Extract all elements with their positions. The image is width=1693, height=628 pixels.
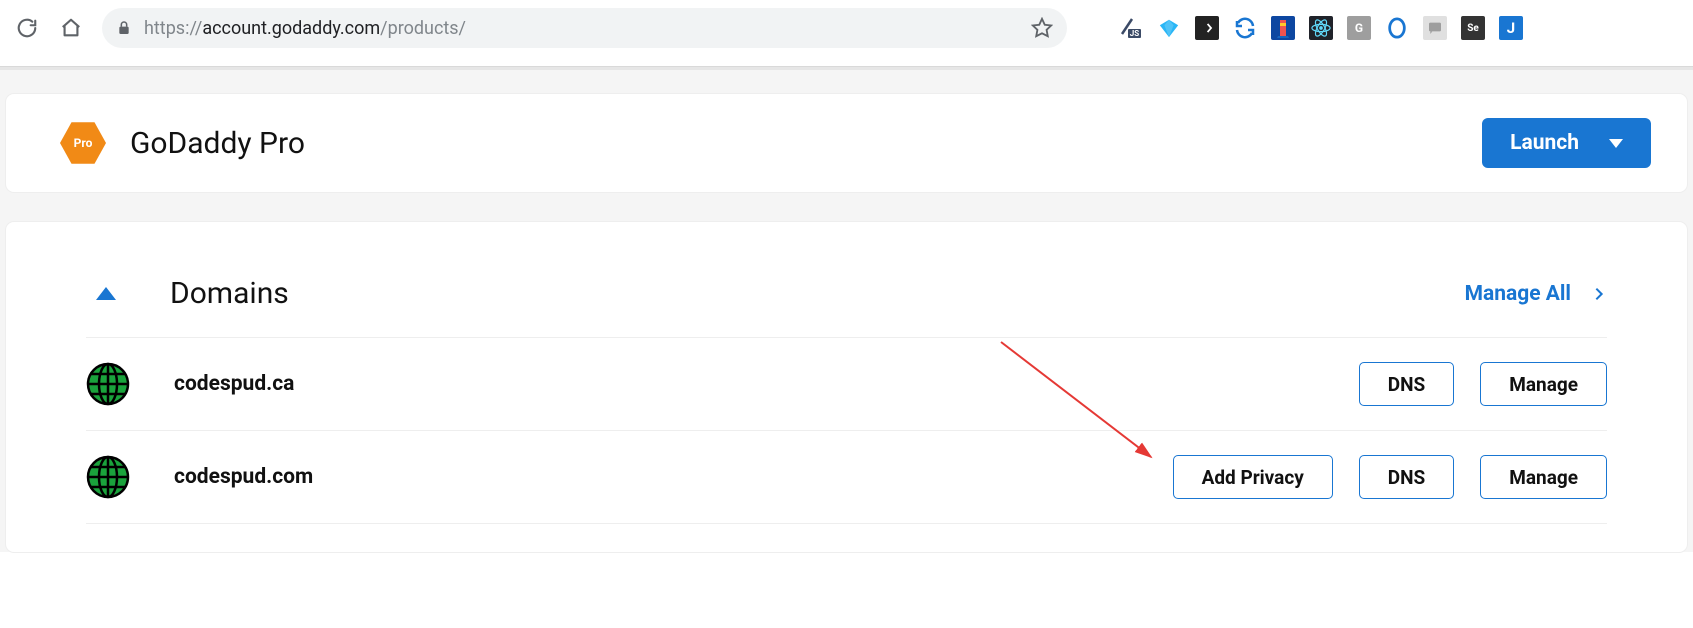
pro-card-title: GoDaddy Pro <box>130 126 1482 161</box>
address-bar[interactable]: https://account.godaddy.com/products/ <box>102 8 1067 48</box>
domains-card: Domains Manage All codespud.ca DNS Manag… <box>6 222 1687 552</box>
pro-badge-label: Pro <box>60 120 106 166</box>
manage-all-label: Manage All <box>1465 282 1571 306</box>
url-scheme: https:// <box>144 18 202 39</box>
dns-button[interactable]: DNS <box>1359 455 1454 499</box>
selenium-extension-icon[interactable]: Se <box>1461 16 1485 40</box>
collapse-up-icon[interactable] <box>96 287 116 300</box>
j-extension-icon[interactable]: J <box>1499 16 1523 40</box>
lighthouse-extension-icon[interactable] <box>1271 16 1295 40</box>
gem-extension-icon[interactable] <box>1157 16 1181 40</box>
sync-extension-icon[interactable] <box>1233 16 1257 40</box>
manage-all-link[interactable]: Manage All <box>1465 282 1607 306</box>
globe-icon <box>86 455 130 499</box>
reload-button[interactable] <box>14 15 40 41</box>
url-text: https://account.godaddy.com/products/ <box>144 18 1019 39</box>
caret-down-icon <box>1609 139 1623 148</box>
globe-icon <box>86 362 130 406</box>
domain-name: codespud.ca <box>174 372 1333 396</box>
domain-row: codespud.com Add Privacy DNS Manage <box>86 431 1607 524</box>
page-content: Pro GoDaddy Pro Launch Domains Manage Al… <box>0 70 1693 552</box>
lock-icon <box>116 20 132 36</box>
manage-button[interactable]: Manage <box>1480 362 1607 406</box>
godaddy-pro-card: Pro GoDaddy Pro Launch <box>6 94 1687 192</box>
pro-badge-icon: Pro <box>60 120 106 166</box>
o-extension-icon[interactable] <box>1385 16 1409 40</box>
home-button[interactable] <box>58 15 84 41</box>
chevron-right-icon <box>1591 286 1607 302</box>
extensions-tray: JS G Se J <box>1119 16 1523 40</box>
code-extension-icon[interactable] <box>1195 16 1219 40</box>
react-extension-icon[interactable] <box>1309 16 1333 40</box>
domain-name: codespud.com <box>174 465 1147 489</box>
domains-section-header: Domains Manage All <box>86 262 1607 338</box>
domain-row: codespud.ca DNS Manage <box>86 338 1607 431</box>
launch-button-label: Launch <box>1510 131 1579 155</box>
browser-toolbar: https://account.godaddy.com/products/ JS… <box>0 0 1693 66</box>
bookmark-star-icon[interactable] <box>1031 17 1053 39</box>
url-host: account.godaddy.com <box>202 18 380 39</box>
g-extension-icon[interactable]: G <box>1347 16 1371 40</box>
add-privacy-button[interactable]: Add Privacy <box>1173 455 1333 499</box>
url-path: /products/ <box>380 18 466 39</box>
dns-button[interactable]: DNS <box>1359 362 1454 406</box>
svg-text:JS: JS <box>1130 29 1139 38</box>
manage-button[interactable]: Manage <box>1480 455 1607 499</box>
launch-button[interactable]: Launch <box>1482 118 1651 168</box>
domains-title: Domains <box>170 276 1465 311</box>
chat-extension-icon[interactable] <box>1423 16 1447 40</box>
js-extension-icon[interactable]: JS <box>1119 16 1143 40</box>
